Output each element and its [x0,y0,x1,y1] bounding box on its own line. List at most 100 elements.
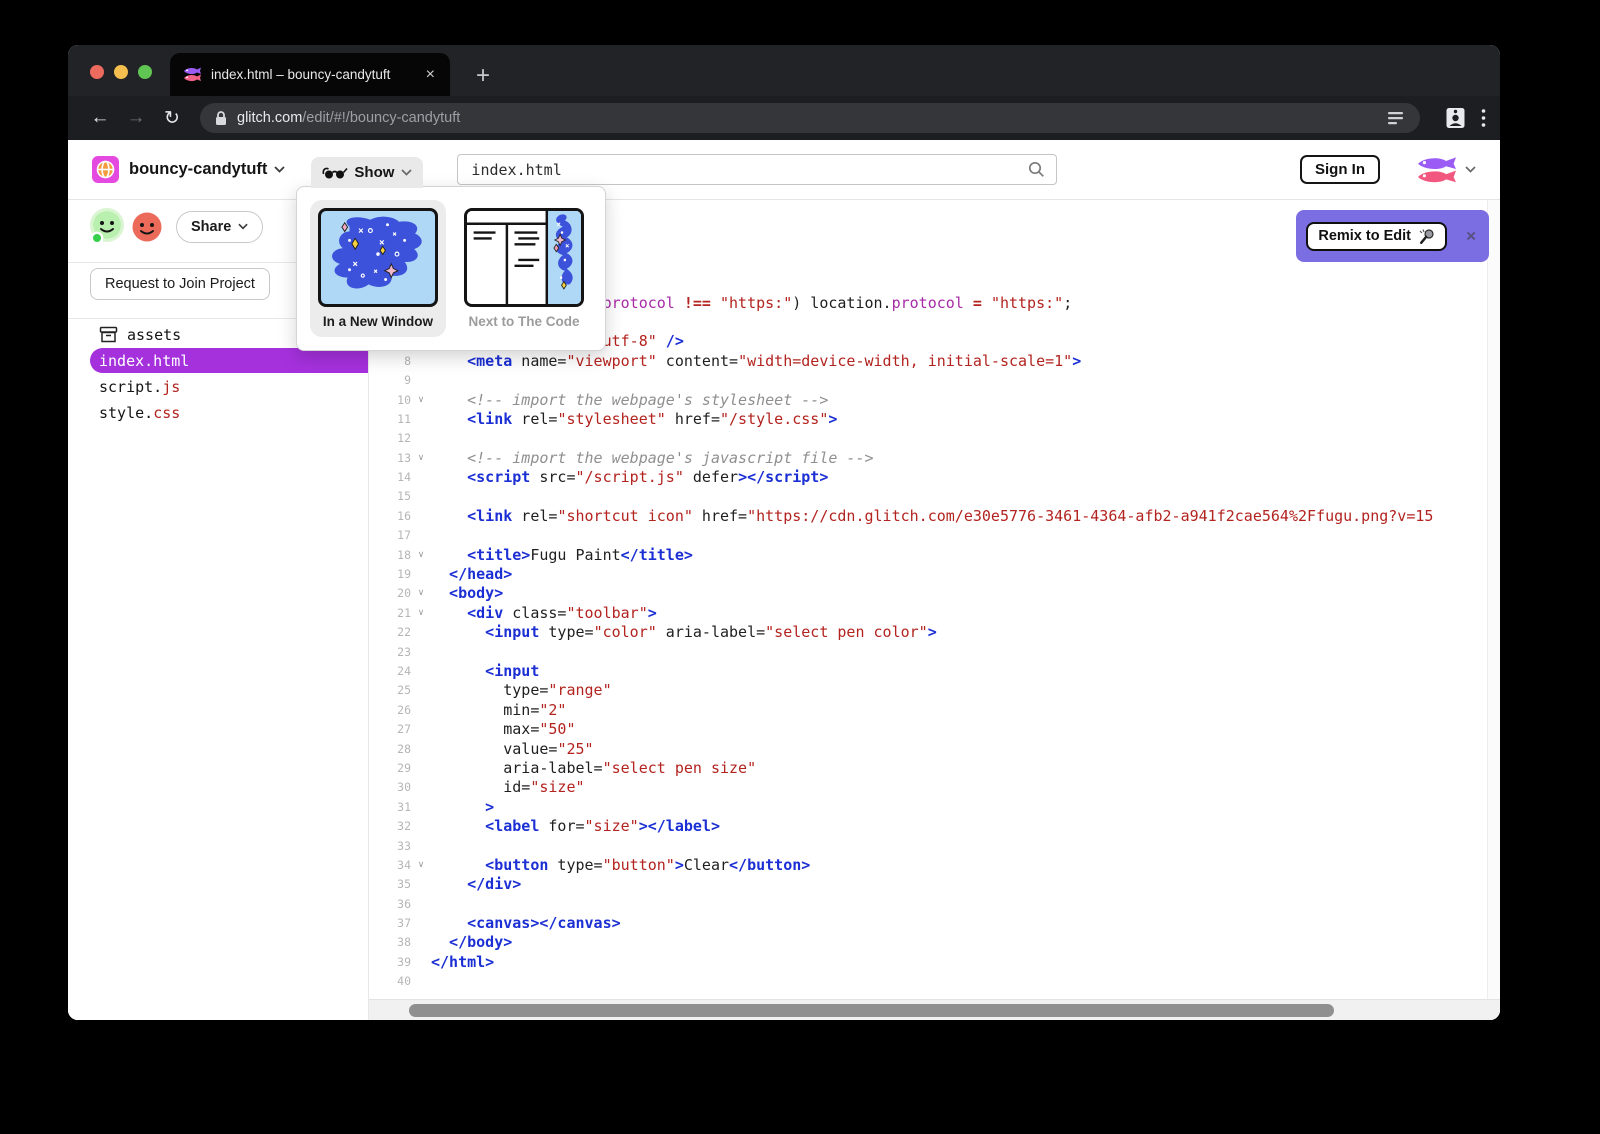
fold-chevron-icon[interactable]: ∨ [411,604,431,623]
project-logo-icon[interactable] [92,156,119,183]
browser-tab[interactable]: index.html – bouncy-candytuft × [170,53,450,96]
menu-item-label: Next to The Code [464,314,584,329]
code-line-33[interactable]: 33 [369,837,1487,856]
code-line-31[interactable]: 31 > [369,798,1487,817]
reading-list-icon[interactable] [1388,111,1406,126]
code-text: <body> [431,584,1487,603]
code-line-16[interactable]: 16 <link rel="shortcut icon" href="https… [369,507,1487,526]
fold-spacer [411,740,431,759]
fold-spacer [411,507,431,526]
glitch-header: bouncy-candytuft Show [68,140,1500,200]
line-number: 15 [369,487,411,506]
code-line-37[interactable]: 37 <canvas></canvas> [369,914,1487,933]
code-line-15[interactable]: 15 [369,487,1487,506]
code-line-13[interactable]: 13∨ <!-- import the webpage's javascript… [369,449,1487,468]
maximize-window-button[interactable] [138,65,152,79]
fold-chevron-icon[interactable]: ∨ [411,856,431,875]
new-window-preview-image [318,208,438,307]
remix-to-edit-button[interactable]: Remix to Edit [1306,222,1447,251]
code-line-12[interactable]: 12 [369,429,1487,448]
menu-item-next-to-the-code[interactable]: Next to The Code [456,200,592,337]
sign-in-button[interactable]: Sign In [1300,155,1380,184]
tab-title: index.html – bouncy-candytuft [211,67,423,82]
code-line-34[interactable]: 34∨ <button type="button">Clear</button> [369,856,1487,875]
fold-spacer [411,526,431,545]
menu-item-in-a-new-window[interactable]: In a New Window [310,200,446,337]
code-line-28[interactable]: 28 value="25" [369,740,1487,759]
code-line-22[interactable]: 22 <input type="color" aria-label="selec… [369,623,1487,642]
code-text: <div class="toolbar"> [431,604,1487,623]
fold-spacer [411,914,431,933]
project-chevron-down-icon[interactable] [274,166,285,173]
code-line-8[interactable]: 8 <meta name="viewport" content="width=d… [369,352,1487,371]
code-line-23[interactable]: 23 [369,643,1487,662]
code-line-38[interactable]: 38 </body> [369,933,1487,952]
vertical-scrollbar-track[interactable] [1487,200,1500,1000]
file-search-box[interactable] [457,154,1057,185]
reload-button[interactable]: ↻ [154,107,190,130]
code-line-30[interactable]: 30 id="size" [369,778,1487,797]
code-line-14[interactable]: 14 <script src="/script.js" defer></scri… [369,468,1487,487]
fold-chevron-icon[interactable]: ∨ [411,584,431,603]
code-line-10[interactable]: 10∨ <!-- import the webpage's stylesheet… [369,391,1487,410]
code-text: </body> [431,933,1487,952]
code-line-39[interactable]: 39</html> [369,953,1487,972]
file-search-input[interactable] [469,160,1028,180]
fold-spacer [411,468,431,487]
fold-chevron-icon[interactable]: ∨ [411,449,431,468]
profile-badge-icon[interactable] [1446,107,1465,129]
forward-button[interactable]: → [118,107,154,129]
code-line-21[interactable]: 21∨ <div class="toolbar"> [369,604,1487,623]
code-text: <meta name="viewport" content="width=dev… [431,352,1487,371]
red-collaborator-avatar[interactable] [130,210,164,244]
new-tab-button[interactable]: + [476,64,490,88]
fold-chevron-icon[interactable]: ∨ [411,546,431,565]
line-number: 39 [369,953,411,972]
green-collaborator-avatar[interactable] [88,208,126,245]
code-line-40[interactable]: 40 [369,972,1487,991]
code-line-36[interactable]: 36 [369,895,1487,914]
microphone-icon [1418,228,1435,245]
browser-toolbar: ← → ↻ glitch.com/edit/#!/bouncy-candytuf… [68,96,1500,140]
sidebar-item-style-css[interactable]: style.css [68,400,368,425]
sidebar-item-script-js[interactable]: script.js [68,374,368,399]
fold-chevron-icon[interactable]: ∨ [411,391,431,410]
code-line-18[interactable]: 18∨ <title>Fugu Paint</title> [369,546,1487,565]
code-line-11[interactable]: 11 <link rel="stylesheet" href="/style.c… [369,410,1487,429]
fold-spacer [411,410,431,429]
code-line-35[interactable]: 35 </div> [369,875,1487,894]
banner-close-icon[interactable]: × [1466,228,1476,245]
line-number: 32 [369,817,411,836]
code-line-26[interactable]: 26 min="2" [369,701,1487,720]
code-line-24[interactable]: 24 <input [369,662,1487,681]
fold-spacer [411,720,431,739]
code-line-32[interactable]: 32 <label for="size"></label> [369,817,1487,836]
file-extension: css [153,404,180,422]
tab-close-icon[interactable]: × [423,66,438,84]
code-line-27[interactable]: 27 max="50" [369,720,1487,739]
line-number: 29 [369,759,411,778]
code-line-17[interactable]: 17 [369,526,1487,545]
sidebar-item-index-html-selected[interactable]: index.html [90,348,368,373]
fish-avatar-icon [1414,155,1458,185]
address-bar[interactable]: glitch.com/edit/#!/bouncy-candytuft [200,103,1420,133]
back-button[interactable]: ← [82,107,118,129]
project-name[interactable]: bouncy-candytuft [129,160,267,179]
user-avatar[interactable] [1414,155,1476,185]
code-text: <input type="color" aria-label="select p… [431,623,1487,642]
minimize-window-button[interactable] [114,65,128,79]
code-line-20[interactable]: 20∨ <body> [369,584,1487,603]
request-to-join-button[interactable]: Request to Join Project [90,268,270,300]
code-line-9[interactable]: 9 [369,371,1487,390]
code-line-29[interactable]: 29 aria-label="select pen size" [369,759,1487,778]
horizontal-scrollbar-thumb[interactable] [409,1004,1334,1017]
code-line-25[interactable]: 25 type="range" [369,681,1487,700]
close-window-button[interactable] [90,65,104,79]
fold-spacer [411,681,431,700]
split-view-preview-image [464,208,584,307]
browser-menu-icon[interactable] [1481,108,1486,128]
code-line-19[interactable]: 19 </head> [369,565,1487,584]
show-button[interactable]: Show [311,157,423,188]
code-text: id="size" [431,778,1487,797]
share-button[interactable]: Share [176,211,263,243]
